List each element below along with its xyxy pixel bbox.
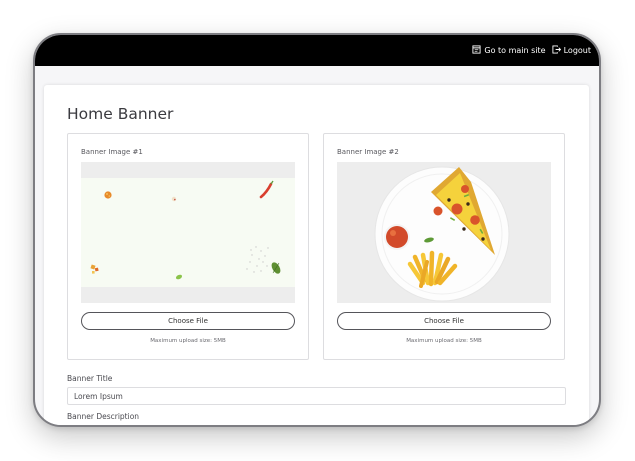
upload-size-note-2: Maximum upload size: 5MB	[406, 338, 482, 344]
banner-image-2-panel: Banner Image #2 Choose File Maximum uplo…	[323, 133, 565, 360]
banner-image-1-preview	[81, 162, 295, 303]
go-to-main-site-label: Go to main site	[484, 46, 546, 55]
banner-image-2-preview	[337, 162, 551, 303]
pizza-fries-illustration	[374, 166, 510, 302]
home-banner-card: Home Banner Banner Image #1 Choose File …	[44, 85, 589, 425]
page-title: Home Banner	[67, 105, 174, 123]
device-frame: Go to main site Logout Home Banner Banne…	[33, 33, 601, 427]
spice-scatter-illustration	[81, 178, 295, 287]
banner-image-1-panel: Banner Image #1 Choose File Maximum uplo…	[67, 133, 309, 360]
banner-description-label: Banner Description	[67, 412, 140, 421]
top-navigation-bar: Go to main site Logout	[35, 35, 599, 66]
banner-image-2-label: Banner Image #2	[337, 148, 399, 156]
garlic-clove-icon	[171, 196, 177, 202]
go-to-main-site-link[interactable]: Go to main site	[472, 45, 546, 56]
logout-icon	[552, 45, 561, 56]
choose-file-button-1[interactable]: Choose File	[81, 312, 295, 330]
banner-title-input[interactable]: Lorem Ipsum	[67, 387, 566, 405]
tomato-slice-icon	[104, 191, 112, 199]
dip-sauce-icon	[384, 224, 410, 250]
external-site-icon	[472, 45, 481, 56]
upload-size-note-1: Maximum upload size: 5MB	[150, 338, 226, 344]
banner-image-1-label: Banner Image #1	[81, 148, 143, 156]
logout-link[interactable]: Logout	[552, 45, 591, 56]
banner-title-label: Banner Title	[67, 374, 113, 383]
choose-file-button-2[interactable]: Choose File	[337, 312, 551, 330]
logout-label: Logout	[563, 46, 591, 55]
